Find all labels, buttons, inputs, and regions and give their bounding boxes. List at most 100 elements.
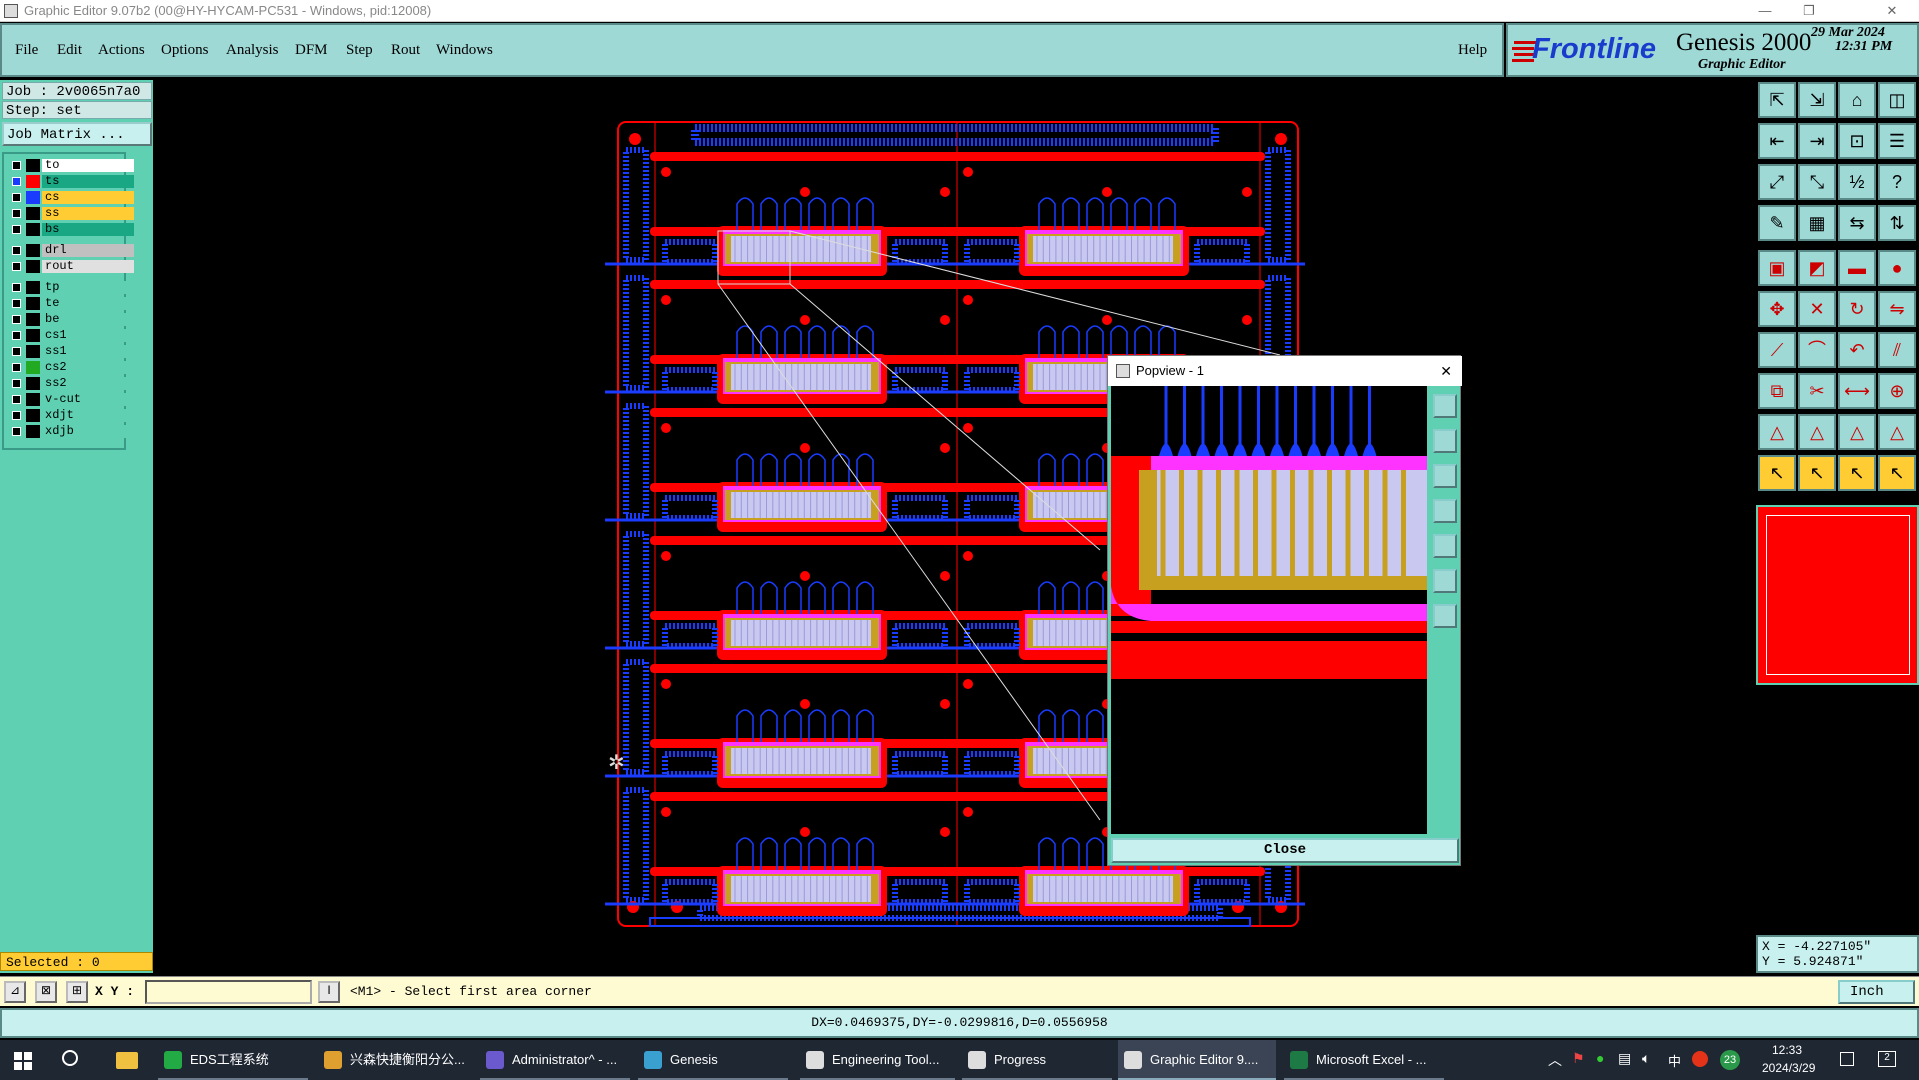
layer-name[interactable]: bs (42, 223, 134, 236)
grid-icon[interactable]: ▦ (1798, 205, 1836, 241)
network-icon[interactable]: ▤ (1618, 1050, 1631, 1067)
layer-checkbox[interactable] (12, 411, 21, 420)
pointer-icon[interactable]: ↖ (1758, 455, 1796, 491)
zoom-ratio-icon[interactable]: ½ (1838, 164, 1876, 200)
layer-row-ss1[interactable]: ss1 (12, 344, 134, 359)
compare-icon[interactable]: ⇆ (1838, 205, 1876, 241)
menu-step[interactable]: Step (346, 42, 373, 59)
minimize-icon[interactable]: — (1743, 0, 1787, 22)
undo-icon[interactable]: ↶ (1838, 332, 1876, 368)
rotate-icon[interactable]: ↻ (1838, 291, 1876, 327)
layer-checkbox[interactable] (12, 177, 21, 186)
move-icon[interactable]: ✥ (1758, 291, 1796, 327)
taskbar-app-7[interactable]: Microsoft Excel - ... (1284, 1040, 1444, 1080)
layer-row-xdjt[interactable]: xdjt (12, 408, 134, 423)
xy-input[interactable] (145, 980, 312, 1004)
zoom-home-icon[interactable]: ⇱ (1758, 82, 1796, 118)
layer-row-drl[interactable]: drl (12, 243, 134, 258)
ime-indicator[interactable]: 中 (1668, 1051, 1681, 1070)
help-icon[interactable]: ? (1878, 164, 1916, 200)
layer-row-ss[interactable]: ss (12, 206, 134, 221)
layer-name[interactable]: drl (42, 244, 134, 257)
grid-mode-icon[interactable]: ⊞ (66, 981, 88, 1003)
snap-mode-icon[interactable]: ⊿ (4, 981, 26, 1003)
layer-color-swatch[interactable] (26, 377, 40, 390)
popview-tool-icon[interactable] (1433, 569, 1457, 593)
layer-color-swatch[interactable] (26, 159, 40, 172)
layer-checkbox[interactable] (12, 347, 21, 356)
layer-checkbox[interactable] (12, 246, 21, 255)
measure-icon[interactable]: ⟷ (1838, 373, 1876, 409)
zoom-in-icon[interactable]: ⤢ (1758, 164, 1796, 200)
restore-icon[interactable]: ❐ (1787, 0, 1831, 22)
layer-color-swatch[interactable] (26, 345, 40, 358)
layer-name[interactable]: be (42, 313, 134, 326)
taskbar-app-0[interactable]: EDS工程系统 (158, 1040, 308, 1080)
layer-checkbox[interactable] (12, 363, 21, 372)
popview-tool-icon[interactable] (1433, 604, 1457, 628)
snap-pointer-icon[interactable]: ↖ (1838, 455, 1876, 491)
close-window-icon[interactable]: ✕ (1870, 0, 1914, 22)
layer-color-swatch[interactable] (26, 393, 40, 406)
arc-draw-icon[interactable]: ⌒ (1798, 332, 1836, 368)
popview-tool-icon[interactable] (1433, 429, 1457, 453)
layer-color-swatch[interactable] (26, 329, 40, 342)
layer-checkbox[interactable] (12, 299, 21, 308)
menu-file[interactable]: File (15, 42, 38, 59)
file-explorer-icon[interactable] (116, 1052, 138, 1069)
clock-date[interactable]: 2024/3/29 (1762, 1061, 1815, 1075)
layer-color-swatch[interactable] (26, 223, 40, 236)
layer-row-cs2[interactable]: cs2 (12, 360, 134, 375)
layer-checkbox[interactable] (12, 262, 21, 271)
taskbar-app-4[interactable]: Engineering Tool... (800, 1040, 955, 1080)
layer-name[interactable]: cs1 (42, 329, 134, 342)
multi-pointer-icon[interactable]: ↖ (1878, 455, 1916, 491)
layer-row-cs[interactable]: cs (12, 190, 134, 205)
layer-checkbox[interactable] (12, 427, 21, 436)
menu-dfm[interactable]: DFM (295, 42, 328, 59)
show-desktop-icon[interactable] (1840, 1052, 1854, 1066)
copy-icon[interactable]: ⧉ (1758, 373, 1796, 409)
menu-edit[interactable]: Edit (57, 42, 82, 59)
popview-tool-icon[interactable] (1433, 464, 1457, 488)
taskbar-app-2[interactable]: Administrator^ - ... (480, 1040, 630, 1080)
layer-row-te[interactable]: te (12, 296, 134, 311)
popview-close-icon[interactable]: ✕ (1440, 356, 1452, 386)
popview-tool-icon[interactable] (1433, 499, 1457, 523)
select-pointer-icon[interactable]: ↖ (1798, 455, 1836, 491)
layer-row-be[interactable]: be (12, 312, 134, 327)
delete-icon[interactable]: ✕ (1798, 291, 1836, 327)
menu-windows[interactable]: Windows (436, 42, 493, 59)
layer-name[interactable]: cs2 (42, 361, 134, 374)
layer-row-tp[interactable]: tp (12, 280, 134, 295)
taskbar-app-5[interactable]: Progress (962, 1040, 1112, 1080)
layer-checkbox[interactable] (12, 283, 21, 292)
triangle-c-icon[interactable]: △ (1838, 414, 1876, 450)
layer-color-swatch[interactable] (26, 313, 40, 326)
layer-name[interactable]: ss2 (42, 377, 134, 390)
zoom-fit-icon[interactable]: ⌂ (1838, 82, 1876, 118)
layer-name[interactable]: te (42, 297, 134, 310)
layer-row-v-cut[interactable]: v-cut (12, 392, 134, 407)
zoom-window-icon[interactable]: ⇲ (1798, 82, 1836, 118)
triangle-d-icon[interactable]: △ (1878, 414, 1916, 450)
mirror-icon[interactable]: ⇋ (1878, 291, 1916, 327)
layer-name[interactable]: ss (42, 207, 134, 220)
job-matrix-button[interactable]: Job Matrix ... (2, 122, 152, 146)
layer-color-swatch[interactable] (26, 175, 40, 188)
triangle-b-icon[interactable]: △ (1798, 414, 1836, 450)
triangle-a-icon[interactable]: △ (1758, 414, 1796, 450)
zoom-out-icon[interactable]: ⤡ (1798, 164, 1836, 200)
menu-help[interactable]: Help (1458, 42, 1487, 59)
ruler-icon[interactable]: ✎ (1758, 205, 1796, 241)
menu-actions[interactable]: Actions (98, 42, 145, 59)
snapshot-icon[interactable]: ⇅ (1878, 205, 1916, 241)
zoom-split-icon[interactable]: ◫ (1878, 82, 1916, 118)
layer-name[interactable]: tp (42, 281, 134, 294)
text-cursor-icon[interactable]: I (318, 981, 340, 1003)
layer-name[interactable]: to (42, 159, 134, 172)
units-selector[interactable]: Inch (1838, 980, 1915, 1004)
taskbar-app-1[interactable]: 兴森快捷衡阳分公... (318, 1040, 473, 1080)
notification-badge[interactable]: 23 (1720, 1050, 1740, 1070)
layer-checkbox[interactable] (12, 193, 21, 202)
